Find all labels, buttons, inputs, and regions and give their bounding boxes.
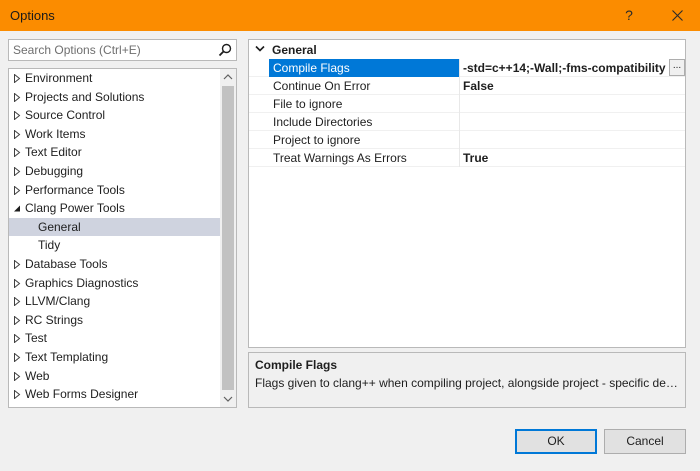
expand-arrow-icon[interactable] <box>13 92 21 102</box>
tree-item-label: Performance Tools <box>25 182 125 197</box>
search-input[interactable] <box>9 40 209 60</box>
expand-arrow-icon[interactable] <box>13 166 21 176</box>
property-row-file-to-ignore[interactable]: File to ignore <box>249 95 685 113</box>
description-pane: Compile Flags Flags given to clang++ whe… <box>248 352 686 408</box>
description-text: Flags given to clang++ when compiling pr… <box>255 376 679 390</box>
help-button[interactable]: ? <box>608 0 650 31</box>
search-box[interactable] <box>8 39 237 61</box>
tree-item-label: Test <box>25 331 48 346</box>
collapse-chevron-icon[interactable] <box>255 45 265 53</box>
tree-item-clang-power-tools[interactable]: Clang Power Tools <box>9 199 220 218</box>
tree-item-projects-and-solutions[interactable]: Projects and Solutions <box>9 88 220 107</box>
tree-item-label: General <box>38 219 81 234</box>
tree-item-performance-tools[interactable]: Performance Tools <box>9 181 220 200</box>
expanded-arrow-icon[interactable] <box>13 204 21 213</box>
property-row-continue-on-error[interactable]: Continue On Error False <box>249 77 685 95</box>
tree-item-general[interactable]: General <box>9 217 220 237</box>
tree-item-label: Text Templating <box>25 349 109 364</box>
tree-list: Environment Projects and Solutions Source … <box>9 69 220 407</box>
tree-item-label: Graphics Diagnostics <box>25 275 139 290</box>
tree-item-label: Web Forms Designer <box>25 387 139 402</box>
tree-item-web-forms-designer[interactable]: Web Forms Designer <box>9 385 220 404</box>
tree-item-tidy[interactable]: Tidy <box>9 236 220 255</box>
property-row-treat-warnings-as-errors[interactable]: Treat Warnings As Errors True <box>249 149 685 167</box>
tree-item-label: Tidy <box>38 238 61 253</box>
cancel-button[interactable]: Cancel <box>604 429 686 454</box>
property-name[interactable]: Treat Warnings As Errors <box>269 149 459 167</box>
property-row-project-to-ignore[interactable]: Project to ignore <box>249 131 685 149</box>
expand-arrow-icon[interactable] <box>13 390 21 400</box>
tree-item-text-editor[interactable]: Text Editor <box>9 143 220 162</box>
property-row-include-directories[interactable]: Include Directories <box>249 113 685 131</box>
scroll-up-arrow-icon[interactable] <box>220 69 236 85</box>
property-name[interactable]: File to ignore <box>269 95 459 113</box>
expand-arrow-icon[interactable] <box>13 129 21 139</box>
tree-item-test[interactable]: Test <box>9 329 220 348</box>
tree-item-database-tools[interactable]: Database Tools <box>9 255 220 274</box>
close-button[interactable] <box>656 0 698 31</box>
expand-arrow-icon[interactable] <box>13 148 21 158</box>
tree-item-environment[interactable]: Environment <box>9 69 220 88</box>
close-icon <box>671 10 683 21</box>
tree-item-label: Source Control <box>25 108 106 123</box>
expand-arrow-icon[interactable] <box>13 111 21 121</box>
title-bar: Options ? <box>0 0 700 31</box>
property-value[interactable] <box>459 113 685 131</box>
tree-item-label: Text Editor <box>25 145 82 160</box>
search-icon[interactable] <box>218 43 232 57</box>
options-tree: Environment Projects and Solutions Source … <box>8 68 237 408</box>
expand-arrow-icon[interactable] <box>13 371 21 381</box>
tree-item-label: Database Tools <box>25 256 108 271</box>
expand-arrow-icon[interactable] <box>13 352 21 362</box>
tree-item-label: RC Strings <box>25 312 84 327</box>
tree-item-label: Web <box>25 368 50 383</box>
tree-item-rc-strings[interactable]: RC Strings <box>9 311 220 330</box>
scroll-down-arrow-icon[interactable] <box>220 391 236 407</box>
tree-item-label: Environment <box>25 71 93 85</box>
property-name[interactable]: Include Directories <box>269 113 459 131</box>
tree-item-label: LLVM/Clang <box>25 294 91 309</box>
tree-item-label: Clang Power Tools <box>25 201 125 216</box>
property-value[interactable]: False <box>459 77 685 95</box>
expand-arrow-icon[interactable] <box>13 185 21 195</box>
expand-arrow-icon[interactable] <box>13 297 21 307</box>
property-value[interactable]: -std=c++14;-Wall;-fms-compatibility <box>459 59 685 77</box>
property-grid: General Compile Flags -std=c++14;-Wall;-f… <box>248 39 686 348</box>
tree-item-web-performance-test-tools[interactable]: Web Performance Test Tools <box>9 404 220 407</box>
property-name[interactable]: Compile Flags <box>269 59 459 77</box>
tree-item-text-templating[interactable]: Text Templating <box>9 348 220 367</box>
property-name[interactable]: Continue On Error <box>269 77 459 95</box>
category-label: General <box>272 43 317 57</box>
tree-item-work-items[interactable]: Work Items <box>9 125 220 144</box>
tree-scrollbar[interactable] <box>220 69 236 407</box>
property-name[interactable]: Project to ignore <box>269 131 459 149</box>
tree-item-label: Projects and Solutions <box>25 89 145 104</box>
edit-value-button[interactable]: ... <box>669 59 685 76</box>
property-value[interactable] <box>459 95 685 113</box>
tree-item-source-control[interactable]: Source Control <box>9 106 220 125</box>
tree-scroll-thumb[interactable] <box>222 86 234 390</box>
tree-item-label: Work Items <box>25 126 86 141</box>
property-value[interactable] <box>459 131 685 149</box>
expand-arrow-icon[interactable] <box>13 315 21 325</box>
property-value[interactable]: True <box>459 149 685 167</box>
tree-item-llvm-clang[interactable]: LLVM/Clang <box>9 292 220 311</box>
expand-arrow-icon[interactable] <box>13 259 21 269</box>
window-title: Options <box>10 8 55 23</box>
expand-arrow-icon[interactable] <box>13 334 21 344</box>
tree-item-graphics-diagnostics[interactable]: Graphics Diagnostics <box>9 274 220 293</box>
ok-button[interactable]: OK <box>515 429 597 454</box>
tree-item-label: Web Performance Test Tools <box>25 404 178 407</box>
category-general[interactable]: General <box>249 41 685 59</box>
tree-item-label: Debugging <box>25 163 84 178</box>
expand-arrow-icon[interactable] <box>13 278 21 288</box>
description-title: Compile Flags <box>255 358 338 372</box>
property-row-compile-flags[interactable]: Compile Flags -std=c++14;-Wall;-fms-compa… <box>249 59 685 77</box>
tree-item-web[interactable]: Web <box>9 367 220 386</box>
expand-arrow-icon[interactable] <box>13 74 21 83</box>
tree-item-debugging[interactable]: Debugging <box>9 162 220 181</box>
